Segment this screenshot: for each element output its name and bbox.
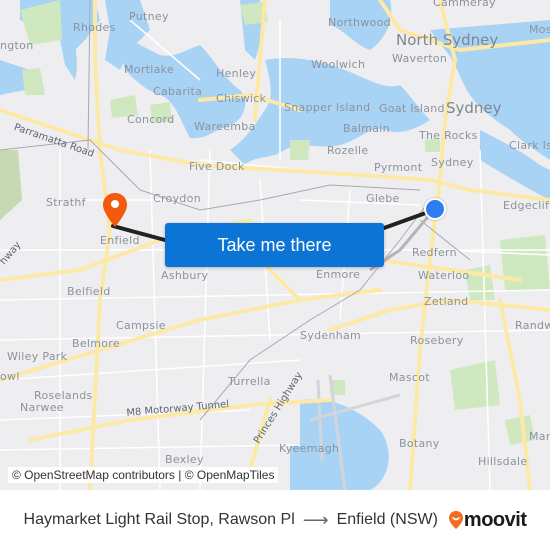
moovit-wordmark: moovit	[463, 508, 527, 531]
place-label: Mortlake	[124, 63, 174, 76]
place-label: Belfield	[67, 285, 111, 298]
place-label: Rozelle	[327, 144, 369, 157]
place-label: Mos	[529, 23, 550, 36]
route-footer: Haymarket Light Rail Stop, Rawson Pl ⟶ E…	[0, 490, 550, 550]
place-label: Five Dock	[189, 160, 245, 173]
place-label: Goat Island	[379, 102, 445, 115]
place-label: Croydon	[153, 192, 201, 205]
place-label: Mar	[529, 430, 550, 443]
place-label: North Sydney	[396, 31, 499, 49]
place-label: Clark Is	[509, 139, 550, 152]
destination-name: Enfield (NSW)	[336, 511, 438, 528]
place-label: Mascot	[389, 371, 430, 384]
place-label: Zetland	[424, 295, 469, 308]
take-me-there-button[interactable]: Take me there	[165, 223, 384, 267]
place-label: Glebe	[366, 192, 400, 205]
place-label: Redfern	[412, 246, 457, 259]
place-label: Enfield	[100, 234, 140, 247]
place-label: Sydenham	[300, 329, 362, 342]
place-label: Balmain	[343, 122, 390, 135]
place-label: Rosebery	[410, 334, 464, 347]
place-label: Concord	[127, 113, 175, 126]
place-label: Rhodes	[73, 21, 116, 34]
place-label: Belmore	[72, 337, 120, 350]
place-label: ngton	[0, 39, 34, 52]
place-label: Putney	[129, 10, 169, 23]
place-label: Chiswick	[216, 92, 267, 105]
place-label: Pyrmont	[374, 161, 423, 174]
moovit-logo[interactable]: moovit	[448, 509, 527, 532]
place-label: Ashbury	[161, 269, 209, 282]
place-label: Narwee	[20, 401, 64, 414]
place-label: Wareemba	[194, 120, 256, 133]
place-label: Waterloo	[418, 269, 470, 282]
place-label: Edgecliff	[503, 199, 550, 212]
place-label: Waverton	[392, 52, 448, 65]
place-label: The Rocks	[419, 129, 478, 142]
origin-dot-icon[interactable]	[424, 198, 446, 220]
place-label: Turrella	[228, 375, 271, 388]
place-label: Sydney	[446, 99, 502, 117]
place-label: Cabarita	[153, 85, 203, 98]
place-label: Campsie	[116, 319, 166, 332]
place-label: Northwood	[328, 16, 391, 29]
map[interactable]: Putney Rhodes ngton Mortlake Henley Caba…	[0, 0, 550, 490]
place-label: Botany	[399, 437, 440, 450]
place-label: Cammeray	[433, 0, 496, 9]
place-label: Strathf	[46, 196, 86, 209]
place-label: Hillsdale	[478, 455, 528, 468]
place-label: Bexley	[165, 453, 204, 466]
destination-pin-icon[interactable]	[102, 192, 128, 228]
arrow-right-icon: ⟶	[302, 509, 329, 530]
place-label: Randw	[515, 319, 550, 332]
place-label: Kyeemagh	[279, 442, 340, 455]
moovit-pin-icon	[448, 511, 463, 529]
origin-name: Haymarket Light Rail Stop, Rawson Pl	[23, 511, 295, 528]
place-label: Henley	[216, 67, 257, 80]
place-label: Snapper Island	[284, 101, 371, 114]
place-label: Sydney	[431, 156, 474, 169]
map-attribution[interactable]: © OpenStreetMap contributors | © OpenMap…	[8, 467, 279, 483]
place-label: Enmore	[316, 268, 361, 281]
place-label: Woolwich	[311, 58, 366, 71]
place-label: Wiley Park	[7, 350, 68, 363]
place-label: owl	[0, 370, 20, 383]
